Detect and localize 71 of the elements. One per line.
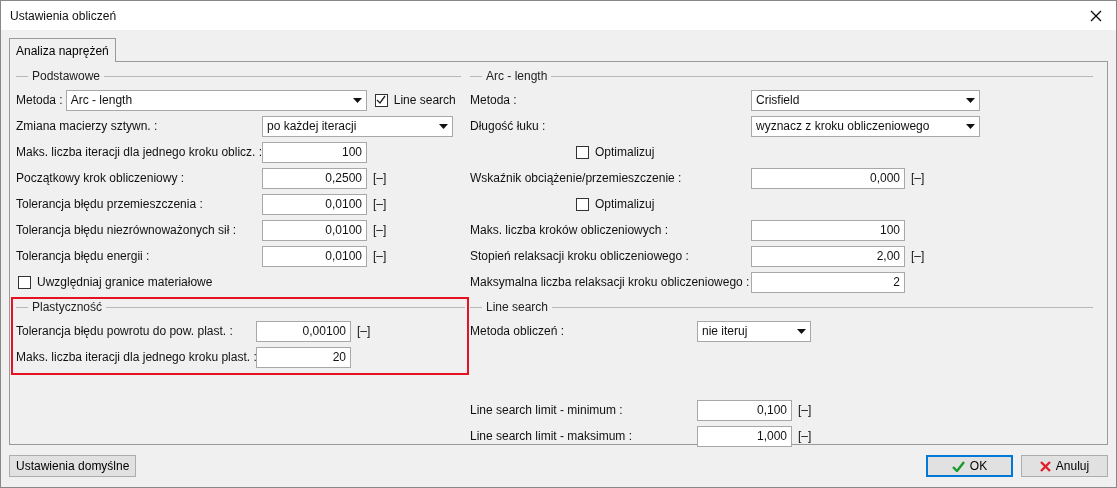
check-icon (376, 95, 387, 105)
checkbox-label: Optimalizuj (595, 197, 655, 211)
field-label: Line search limit - maksimum : (470, 429, 634, 443)
field-label: Stopień relaksacji kroku obliczeniowego : (470, 249, 690, 263)
caret-icon (439, 123, 448, 129)
input-field[interactable]: 100 (751, 219, 905, 241)
unit-label: [–] (373, 223, 387, 237)
input-field[interactable]: 0,000 (751, 167, 905, 189)
checkbox[interactable] (576, 197, 589, 211)
field-label: Maks. liczba iteracji dla jednego kroku oblicz. : (16, 145, 262, 159)
checkbox-label: Line search (393, 93, 456, 107)
field-label: Metoda : (16, 93, 63, 107)
field-label: Tolerancja błędu energii : (16, 249, 151, 263)
input-field[interactable]: 0,2500 (262, 167, 367, 189)
dropdown[interactable]: Crisfield (751, 89, 980, 111)
checkbox[interactable] (374, 93, 388, 107)
unit-label: [–] (911, 249, 925, 263)
section-title: Line search (486, 300, 549, 314)
input-field[interactable]: 20 (256, 346, 351, 368)
tab[interactable]: Analiza naprężeń (9, 38, 116, 62)
button[interactable]: Ustawienia domyślne (9, 455, 137, 477)
field-label: Line search limit - minimum : (470, 403, 624, 417)
field-label: Długość łuku : (470, 119, 547, 133)
caret-icon (966, 97, 975, 103)
unit-label: [–] (911, 171, 925, 185)
dropdown[interactable]: wyznacz z kroku obliczeniowego (751, 115, 980, 137)
input-field[interactable]: 0,00100 (256, 320, 351, 342)
checkbox[interactable] (576, 145, 589, 159)
unit-label: [–] (798, 403, 812, 417)
input-field[interactable]: 1,000 (697, 425, 792, 447)
field-label: Tolerancja błędu niezrównoważonych sił : (16, 223, 238, 237)
input-field[interactable]: 0,0100 (262, 193, 367, 215)
dropdown[interactable]: po każdej iteracji (262, 115, 453, 137)
field-label: Wskaźnik obciążenie/przemieszczenie : (470, 171, 683, 185)
field-label: Metoda obliczeń : (470, 324, 566, 338)
input-field[interactable]: 0,0100 (262, 219, 367, 241)
input-field[interactable]: 100 (262, 141, 367, 163)
field-label: Maksymalna liczba relaksacji kroku obliczeniowego : (470, 275, 751, 289)
unit-label: [–] (357, 324, 371, 338)
field-label: Tolerancja błędu przemieszczenia : (16, 197, 204, 211)
input-field[interactable]: 2 (751, 271, 905, 293)
dropdown[interactable]: Arc - length (65, 89, 367, 111)
section-title: Podstawowe (32, 69, 101, 83)
caret-icon (966, 123, 975, 129)
unit-label: [–] (373, 171, 387, 185)
caret-icon (797, 328, 806, 334)
unit-label: [–] (373, 197, 387, 211)
section-title: Arc - length (486, 69, 548, 83)
field-label: Tolerancja błędu powrotu do pow. plast. : (16, 324, 234, 338)
checkbox-label: Optimalizuj (595, 145, 655, 159)
check-icon (951, 460, 965, 472)
field-label: Maks. liczba iteracji dla jednego kroku plast. : (16, 350, 256, 364)
section-title: Plastyczność (32, 300, 103, 314)
field-label: Początkowy krok obliczeniowy : (16, 171, 186, 185)
close-icon (1039, 460, 1051, 472)
input-field[interactable]: 0,0100 (262, 245, 367, 267)
window-title: Ustawienia obliczeń (10, 8, 117, 23)
field-label: Maks. liczba kroków obliczeniowych : (470, 223, 670, 237)
input-field[interactable]: 0,100 (697, 399, 792, 421)
field-label: Zmiana macierzy sztywn. : (16, 119, 159, 133)
dropdown[interactable]: nie iteruj (697, 320, 811, 342)
field-label: Metoda : (470, 93, 518, 107)
checkbox[interactable] (18, 275, 31, 289)
button[interactable]: Anuluj (1021, 455, 1108, 477)
checkbox-label: Uwzględniaj granice materiałowe (37, 275, 213, 289)
close-icon (1090, 9, 1102, 22)
button[interactable]: OK (926, 455, 1013, 477)
unit-label: [–] (798, 429, 812, 443)
input-field[interactable]: 2,00 (751, 245, 905, 267)
unit-label: [–] (373, 249, 387, 263)
caret-icon (352, 97, 362, 103)
